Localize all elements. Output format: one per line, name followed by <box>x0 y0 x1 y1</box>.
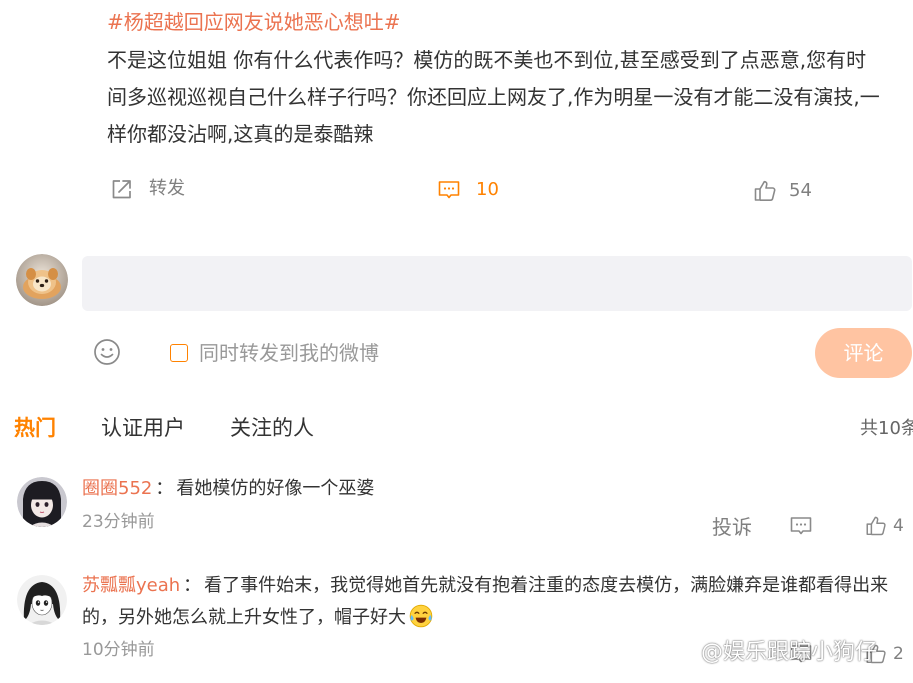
watermark-text: @娱乐跟踪小狗仔 <box>701 640 878 665</box>
comment-like-button[interactable]: 4 <box>864 514 904 538</box>
comment-username[interactable]: 苏瓢瓢yeah <box>82 575 180 596</box>
comment-text: 看她模仿的好像一个巫婆 <box>176 478 375 499</box>
submit-comment-button[interactable]: 评论 <box>815 328 912 378</box>
comment-count: 10 <box>476 179 499 200</box>
comment-avatar[interactable] <box>17 477 67 527</box>
current-user-avatar[interactable] <box>16 254 68 306</box>
tab-hot[interactable]: 热门 <box>14 416 56 440</box>
post-text-line: 间多巡视巡视自己什么样子行吗？你还回应上网友了,作为明星一没有才能二没有演技,一 <box>107 85 880 109</box>
watermark: @娱乐跟踪小狗仔 <box>677 639 877 667</box>
like-button[interactable]: 54 <box>752 178 812 204</box>
like-count: 54 <box>789 180 812 201</box>
comment-separator: ： <box>155 478 174 499</box>
comment-total-count: 共10条 <box>860 418 913 439</box>
report-button[interactable]: 投诉 <box>712 515 752 539</box>
comment-separator: ： <box>183 575 202 596</box>
comment-input[interactable] <box>82 256 912 311</box>
comment-content: 苏瓢瓢yeah：看了事件始末，我觉得她首先就没有抱着注重的态度去模仿，满脸嫌弃是… <box>82 574 913 598</box>
post-text-line: 不是这位姐姐 你有什么代表作吗？模仿的既不美也不到位,甚至感受到了点恶意,您有时 <box>107 48 867 72</box>
comment-text: 看了事件始末，我觉得她首先就没有抱着注重的态度去模仿，满脸嫌弃是谁都看得出来 <box>204 575 889 596</box>
post-body: 不是这位姐姐 你有什么代表作吗？模仿的既不美也不到位,甚至感受到了点恶意,您有时… <box>107 42 913 153</box>
comment-time: 23分钟前 <box>82 512 155 532</box>
smiley-icon[interactable] <box>93 338 121 366</box>
weibo-post-page: #杨超越回应网友说她恶心想吐# 不是这位姐姐 你有什么代表作吗？模仿的既不美也不… <box>0 0 913 683</box>
comment-like-count: 4 <box>893 516 904 536</box>
comment-content-continued: 的，另外她怎么就上升女性了，帽子好大 <box>82 603 913 630</box>
comment-text: 的，另外她怎么就上升女性了，帽子好大 <box>82 607 406 628</box>
topic-hashtag-link[interactable]: #杨超越回应网友说她恶心想吐# <box>107 10 401 34</box>
thumbs-up-icon <box>752 178 778 204</box>
comment-time: 10分钟前 <box>82 640 155 660</box>
comment-avatar[interactable] <box>17 575 67 625</box>
watermark-logo-icon <box>677 643 697 663</box>
tab-verified-users[interactable]: 认证用户 <box>101 416 185 440</box>
repost-to-my-weibo-checkbox[interactable] <box>170 344 188 362</box>
share-icon <box>109 176 135 202</box>
tab-following[interactable]: 关注的人 <box>230 416 314 440</box>
comment-content: 圈圈552：看她模仿的好像一个巫婆 <box>82 477 913 501</box>
comment-button[interactable]: 10 <box>437 177 499 203</box>
laugh-cry-emoji-icon <box>408 603 434 629</box>
repost-label: 转发 <box>149 178 185 199</box>
reply-comment-icon[interactable] <box>789 514 813 538</box>
comment-like-count: 2 <box>893 644 904 664</box>
comment-icon <box>437 178 461 202</box>
thumbs-up-icon <box>864 514 888 538</box>
post-text-line: 样你都没沾啊,这真的是泰酷辣 <box>107 122 374 146</box>
repost-to-my-weibo-label: 同时转发到我的微博 <box>199 341 379 365</box>
comment-username[interactable]: 圈圈552 <box>82 478 152 499</box>
repost-button[interactable]: 转发 <box>109 176 185 202</box>
